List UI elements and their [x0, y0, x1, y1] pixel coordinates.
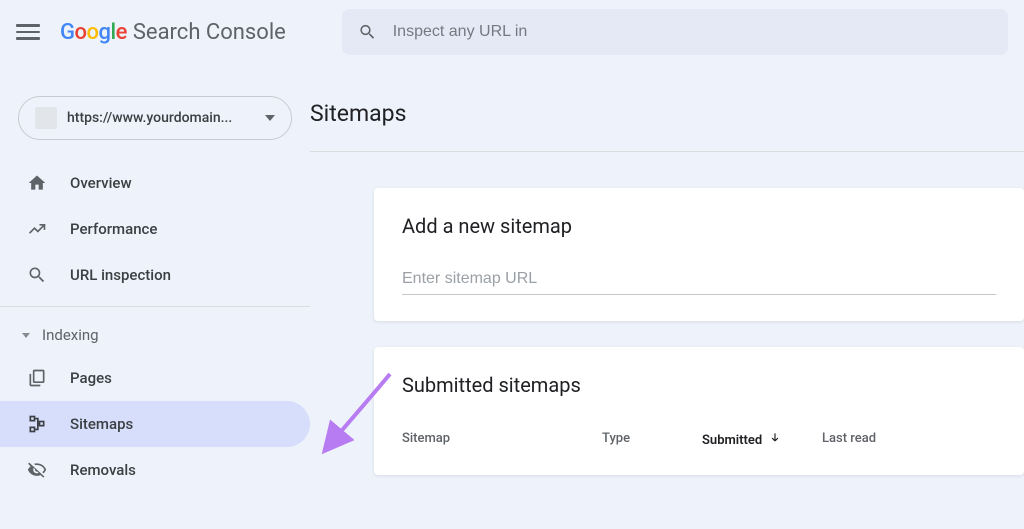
menu-icon[interactable]	[16, 20, 40, 44]
card-title: Submitted sitemaps	[402, 373, 996, 397]
table-header: Sitemap Type Submitted Last read	[402, 431, 996, 449]
sidebar-item-label: Sitemaps	[70, 415, 133, 433]
sidebar-item-url-inspection[interactable]: URL inspection	[0, 252, 310, 298]
google-logo: Google	[60, 20, 127, 45]
column-header-type[interactable]: Type	[602, 431, 702, 449]
sitemap-icon	[26, 413, 48, 435]
property-favicon	[35, 107, 57, 129]
trending-up-icon	[26, 218, 48, 240]
search-icon	[358, 22, 377, 42]
visibility-off-icon	[26, 459, 48, 481]
column-header-sitemap[interactable]: Sitemap	[402, 431, 602, 449]
column-header-submitted[interactable]: Submitted	[702, 431, 822, 449]
column-header-last-read[interactable]: Last read	[822, 431, 896, 449]
pages-icon	[26, 367, 48, 389]
sidebar-item-removals[interactable]: Removals	[0, 447, 310, 493]
chevron-down-icon	[265, 115, 275, 121]
section-label: Indexing	[42, 326, 99, 344]
sidebar-section-indexing[interactable]: Indexing	[0, 315, 310, 355]
url-inspection-input[interactable]	[393, 23, 992, 41]
sidebar: https://www.yourdomain... Overview Perfo…	[0, 64, 310, 529]
sidebar-item-overview[interactable]: Overview	[0, 160, 310, 206]
sidebar-item-pages[interactable]: Pages	[0, 355, 310, 401]
sidebar-item-label: Overview	[70, 174, 132, 192]
sidebar-item-sitemaps[interactable]: Sitemaps	[0, 401, 310, 447]
card-title: Add a new sitemap	[402, 214, 996, 238]
nav-divider	[0, 306, 310, 307]
title-divider	[310, 151, 1024, 152]
sidebar-item-label: URL inspection	[70, 266, 171, 284]
add-sitemap-card: Add a new sitemap	[374, 188, 1024, 321]
sitemap-url-input[interactable]	[402, 264, 996, 295]
app-logo: Google Search Console	[60, 20, 286, 45]
app-header: Google Search Console	[0, 0, 1024, 64]
page-title: Sitemaps	[310, 100, 1024, 151]
sidebar-item-performance[interactable]: Performance	[0, 206, 310, 252]
property-selector[interactable]: https://www.yourdomain...	[18, 96, 292, 140]
main-content: Sitemaps Add a new sitemap Submitted sit…	[310, 64, 1024, 529]
sidebar-item-label: Removals	[70, 461, 136, 479]
submitted-sitemaps-card: Submitted sitemaps Sitemap Type Submitte…	[374, 347, 1024, 475]
property-url: https://www.yourdomain...	[67, 110, 259, 126]
chevron-down-icon	[22, 333, 30, 338]
url-inspection-search[interactable]	[342, 9, 1008, 55]
home-icon	[26, 172, 48, 194]
search-icon	[26, 264, 48, 286]
sidebar-item-label: Pages	[70, 369, 112, 387]
arrow-down-icon	[768, 431, 782, 449]
sidebar-item-label: Performance	[70, 220, 157, 238]
product-name: Search Console	[133, 20, 286, 45]
